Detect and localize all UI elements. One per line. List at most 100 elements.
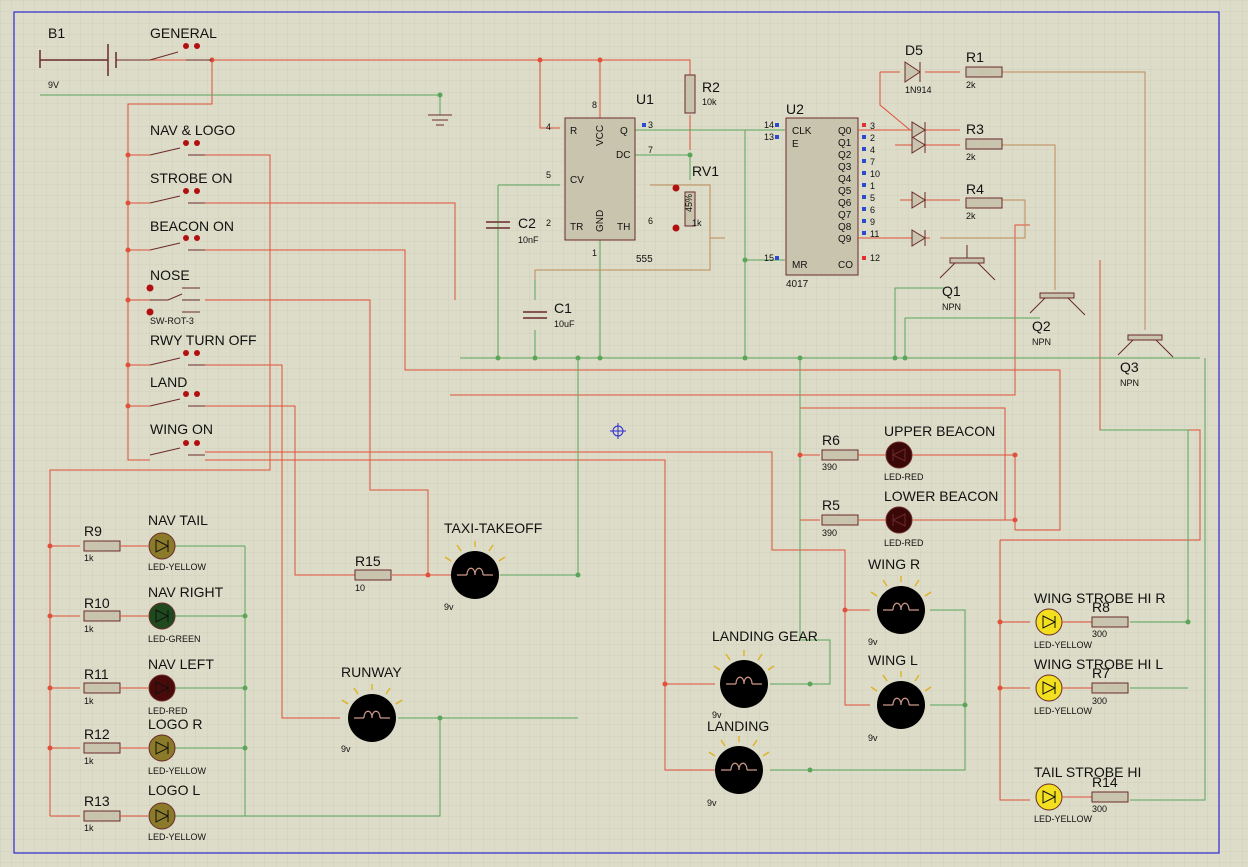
- svg-text:LED-YELLOW: LED-YELLOW: [148, 766, 207, 776]
- svg-text:R8: R8: [1092, 599, 1110, 615]
- switch-beacon-on-label: BEACON ON: [150, 218, 234, 234]
- svg-text:LOGO R: LOGO R: [148, 716, 202, 732]
- svg-text:TAIL STROBE HI: TAIL STROBE HI: [1034, 764, 1141, 780]
- svg-text:MR: MR: [792, 260, 808, 271]
- svg-text:GND: GND: [595, 210, 606, 232]
- svg-text:TAXI-TAKEOFF: TAXI-TAKEOFF: [444, 520, 542, 536]
- svg-text:R: R: [570, 126, 577, 137]
- svg-text:LED-YELLOW: LED-YELLOW: [1034, 640, 1093, 650]
- svg-text:NAV LEFT: NAV LEFT: [148, 656, 214, 672]
- svg-text:300: 300: [1092, 629, 1107, 639]
- svg-text:10k: 10k: [702, 97, 717, 107]
- svg-text:R5: R5: [822, 497, 840, 513]
- svg-text:Q: Q: [620, 126, 628, 137]
- svg-text:CLK: CLK: [792, 126, 812, 137]
- svg-text:13: 13: [764, 132, 774, 142]
- svg-text:NAV RIGHT: NAV RIGHT: [148, 584, 224, 600]
- svg-text:Q4: Q4: [838, 174, 852, 185]
- svg-text:DC: DC: [616, 150, 630, 161]
- svg-text:LOWER BEACON: LOWER BEACON: [884, 488, 998, 504]
- switch-land-label: LAND: [150, 374, 187, 390]
- svg-text:LED-YELLOW: LED-YELLOW: [148, 832, 207, 842]
- svg-text:Q3: Q3: [838, 162, 852, 173]
- svg-text:Q5: Q5: [838, 186, 852, 197]
- svg-text:LED-GREEN: LED-GREEN: [148, 634, 201, 644]
- svg-text:CO: CO: [838, 260, 853, 271]
- svg-text:Q3: Q3: [1120, 359, 1139, 375]
- svg-text:R12: R12: [84, 726, 110, 742]
- svg-text:TH: TH: [617, 222, 630, 233]
- switch-general-label: GENERAL: [150, 25, 217, 41]
- svg-text:1k: 1k: [84, 553, 94, 563]
- svg-text:300: 300: [1092, 696, 1107, 706]
- svg-text:C1: C1: [554, 300, 572, 316]
- svg-text:2k: 2k: [966, 211, 976, 221]
- svg-text:10uF: 10uF: [554, 319, 575, 329]
- switch-rwy-turn-off-label: RWY TURN OFF: [150, 332, 257, 348]
- svg-text:LANDING: LANDING: [707, 718, 769, 734]
- svg-text:R3: R3: [966, 121, 984, 137]
- svg-text:UPPER BEACON: UPPER BEACON: [884, 423, 995, 439]
- svg-text:5: 5: [870, 193, 875, 203]
- svg-text:12: 12: [870, 253, 880, 263]
- svg-text:LED-RED: LED-RED: [884, 472, 924, 482]
- svg-text:2k: 2k: [966, 152, 976, 162]
- svg-text:LED-YELLOW: LED-YELLOW: [1034, 814, 1093, 824]
- svg-text:2k: 2k: [966, 80, 976, 90]
- svg-text:4: 4: [546, 122, 551, 132]
- svg-text:C2: C2: [518, 215, 536, 231]
- svg-text:8: 8: [592, 100, 597, 110]
- svg-text:NAV TAIL: NAV TAIL: [148, 512, 208, 528]
- svg-text:Q1: Q1: [942, 283, 961, 299]
- svg-text:R15: R15: [355, 553, 381, 569]
- svg-text:5: 5: [546, 170, 551, 180]
- svg-text:1N914: 1N914: [905, 85, 932, 95]
- u1-type: 555: [636, 254, 653, 265]
- svg-text:1k: 1k: [84, 756, 94, 766]
- svg-text:6: 6: [870, 205, 875, 215]
- svg-text:R4: R4: [966, 181, 984, 197]
- svg-text:R9: R9: [84, 523, 102, 539]
- svg-text:R6: R6: [822, 432, 840, 448]
- b1-ref: B1: [48, 25, 65, 41]
- svg-text:1k: 1k: [84, 624, 94, 634]
- schematic-canvas[interactable]: B1 9V GENERAL NAV & LOGO STROBE ON BEACO…: [0, 0, 1248, 867]
- svg-text:10: 10: [355, 583, 365, 593]
- svg-text:7: 7: [870, 157, 875, 167]
- svg-text:TR: TR: [570, 222, 583, 233]
- svg-text:1: 1: [592, 248, 597, 258]
- switch-nose-type: SW-ROT-3: [150, 316, 194, 326]
- svg-text:7: 7: [648, 145, 653, 155]
- svg-text:R11: R11: [84, 666, 109, 682]
- svg-text:Q2: Q2: [838, 150, 852, 161]
- u2-ref: U2: [786, 101, 804, 117]
- svg-text:Q6: Q6: [838, 198, 852, 209]
- svg-text:R2: R2: [702, 79, 720, 95]
- svg-text:Q7: Q7: [838, 210, 852, 221]
- svg-text:1k: 1k: [84, 823, 94, 833]
- svg-text:390: 390: [822, 462, 837, 472]
- svg-text:Q0: Q0: [838, 126, 852, 137]
- svg-text:6: 6: [648, 216, 653, 226]
- svg-text:14: 14: [764, 120, 774, 130]
- svg-text:1k: 1k: [84, 696, 94, 706]
- switch-nav-logo-label: NAV & LOGO: [150, 122, 235, 138]
- switch-strobe-on-label: STROBE ON: [150, 170, 232, 186]
- switch-nose-label: NOSE: [150, 267, 190, 283]
- svg-text:1: 1: [870, 181, 875, 191]
- svg-text:45%: 45%: [684, 194, 694, 212]
- svg-text:NPN: NPN: [1120, 378, 1139, 388]
- svg-text:E: E: [792, 139, 799, 150]
- svg-text:9v: 9v: [444, 602, 454, 612]
- svg-text:WING R: WING R: [868, 556, 920, 572]
- svg-text:2: 2: [870, 133, 875, 143]
- svg-text:WING L: WING L: [868, 652, 918, 668]
- svg-text:9v: 9v: [868, 733, 878, 743]
- svg-text:LED-RED: LED-RED: [884, 538, 924, 548]
- svg-text:R1: R1: [966, 49, 984, 65]
- svg-text:9v: 9v: [707, 798, 717, 808]
- svg-text:300: 300: [1092, 804, 1107, 814]
- svg-text:3: 3: [648, 120, 653, 130]
- svg-text:D5: D5: [905, 42, 923, 58]
- svg-text:10nF: 10nF: [518, 235, 539, 245]
